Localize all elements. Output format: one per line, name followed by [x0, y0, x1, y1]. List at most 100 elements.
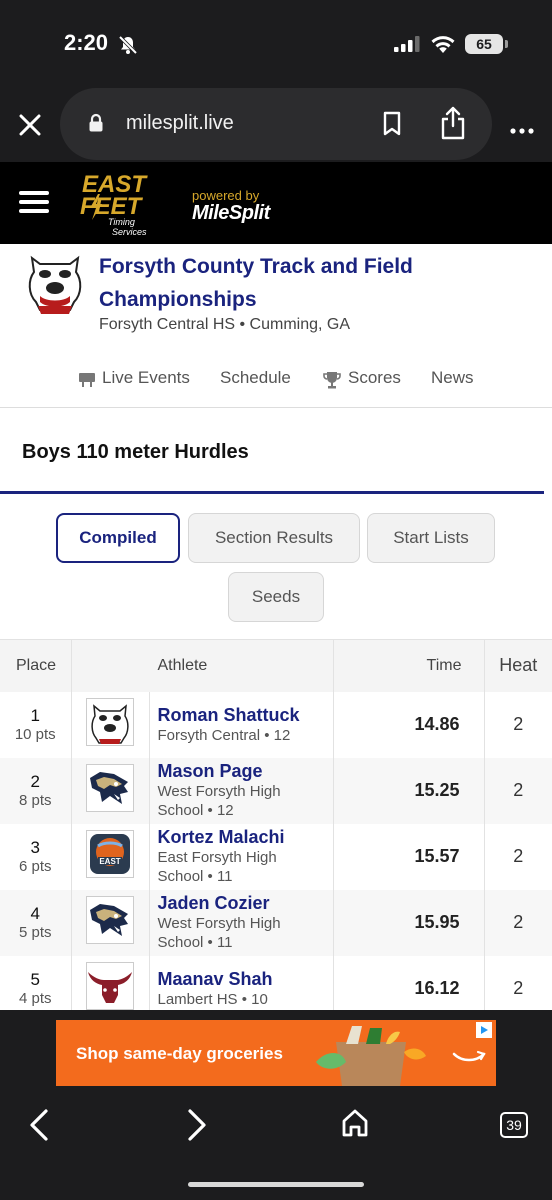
place-number: 4: [30, 904, 40, 923]
heat-value: 2: [513, 846, 524, 866]
place-number: 1: [30, 706, 40, 725]
place-cell: 3 6 pts: [0, 823, 72, 890]
close-icon[interactable]: [16, 111, 44, 144]
athlete-school: East Forsyth High: [157, 849, 277, 866]
heat-value: 2: [513, 714, 524, 734]
meet-location: Forsyth Central HS • Cumming, GA: [99, 316, 350, 333]
header-heat: Heat: [484, 639, 552, 692]
athlete-school: West Forsyth High: [157, 915, 281, 932]
url-text[interactable]: milesplit.live: [126, 112, 234, 135]
battery-indicator: 65: [465, 34, 503, 54]
east-forsyth-school-icon: EAST: [86, 830, 134, 878]
share-icon[interactable]: [440, 106, 466, 145]
bulldog-school-icon: [86, 698, 134, 746]
athlete-school: West Forsyth High: [157, 783, 281, 800]
athlete-school-line-2: School • 11: [157, 868, 233, 885]
nav-live-events[interactable]: Live Events: [102, 368, 190, 388]
time-value: 16.12: [333, 955, 485, 1010]
table-row[interactable]: 1 10 pts Roman Shattuck Forsyth Central …: [0, 691, 552, 758]
place-number: 3: [30, 838, 40, 857]
table-row[interactable]: 3 6 pts EAST Kortez Malachi East Forsyth…: [0, 823, 552, 890]
athlete-name[interactable]: Mason Page: [158, 761, 333, 782]
url-bar[interactable]: milesplit.live: [60, 88, 492, 160]
browser-bottom-toolbar: 39: [0, 1092, 552, 1200]
heat-value: 2: [484, 889, 552, 956]
nav-scores[interactable]: Scores: [348, 368, 401, 388]
table-row[interactable]: 2 8 pts Mason Page West Forsyth High Sch…: [0, 757, 552, 824]
ad-banner[interactable]: Shop same-day groceries: [56, 1020, 496, 1086]
wifi-icon: [430, 34, 456, 59]
divider: [0, 407, 552, 408]
athlete-name[interactable]: Roman Shattuck: [158, 705, 333, 726]
meet-title[interactable]: Forsyth County Track and Field Champions…: [99, 250, 499, 316]
bulldog-mascot-icon: [26, 250, 84, 321]
table-header-row: Place Athlete Time Heat: [0, 639, 552, 692]
cellular-signal-icon: [394, 36, 420, 57]
ad-choices-icon[interactable]: [476, 1022, 492, 1038]
school-logo-cell: [71, 691, 150, 758]
athlete-school-line-2: School • 11: [157, 934, 233, 951]
place-points: 8 pts: [18, 792, 52, 809]
bell-muted-icon: [118, 35, 138, 60]
place-cell: 2 8 pts: [0, 757, 72, 824]
place-points: 5 pts: [18, 924, 52, 941]
status-time: 2:20: [64, 30, 109, 55]
ad-text: Shop same-day groceries: [76, 1044, 283, 1063]
nav-schedule[interactable]: Schedule: [220, 368, 291, 388]
time-value: 14.86: [333, 691, 485, 758]
hamburger-menu-icon[interactable]: [19, 191, 49, 218]
tab-count-button[interactable]: 39: [500, 1112, 528, 1138]
athlete-school: Lambert HS • 10: [157, 990, 268, 1008]
bookmark-icon[interactable]: [382, 111, 402, 142]
athlete-name[interactable]: Jaden Cozier: [158, 893, 333, 914]
nav-news[interactable]: News: [431, 368, 474, 388]
header-athlete: Athlete: [71, 639, 334, 692]
back-icon[interactable]: [28, 1108, 50, 1147]
athlete-name[interactable]: Maanav Shah: [158, 969, 333, 990]
clock-board-icon: [78, 372, 96, 393]
site-header: EAST FEET Timing Services powered by Mil…: [0, 162, 552, 244]
status-bar: 2:20 65: [0, 0, 552, 88]
athlete-cell: Mason Page West Forsyth High School • 12: [149, 757, 334, 824]
athlete-cell: Jaden Cozier West Forsyth High School • …: [149, 889, 334, 956]
athlete-cell: Roman Shattuck Forsyth Central • 12: [149, 691, 334, 758]
more-options-icon[interactable]: [510, 121, 534, 139]
athlete-name[interactable]: Kortez Malachi: [158, 827, 333, 848]
time-value: 15.57: [333, 823, 485, 890]
place-number: 5: [30, 970, 40, 989]
milesplit-logo[interactable]: MileSplit: [192, 202, 270, 225]
place-points: 10 pts: [14, 726, 56, 743]
wolverine-school-icon: [86, 764, 134, 812]
results-table: Place Athlete Time Heat 1 10 pts Roman S…: [0, 639, 552, 1010]
athlete-cell: Maanav Shah Lambert HS • 10: [149, 955, 334, 1010]
lock-icon: [88, 113, 104, 138]
table-row[interactable]: 4 5 pts Jaden Cozier West Forsyth High S…: [0, 889, 552, 956]
time-value: 15.25: [333, 757, 485, 824]
school-logo-cell: [71, 757, 150, 824]
battery-tip: [505, 40, 508, 48]
meet-nav: Live Events Schedule Scores News: [0, 362, 552, 408]
time-value: 15.95: [333, 889, 485, 956]
tab-section-results[interactable]: Section Results: [188, 513, 360, 563]
forward-icon[interactable]: [186, 1108, 208, 1147]
header-place: Place: [0, 639, 72, 692]
place-points: 6 pts: [18, 858, 52, 875]
tab-compiled[interactable]: Compiled: [56, 513, 180, 563]
place-cell: 4 5 pts: [0, 889, 72, 956]
event-underline: [0, 491, 544, 494]
tab-seeds[interactable]: Seeds: [228, 572, 324, 622]
athlete-school: Forsyth Central • 12: [157, 726, 291, 744]
wolverine-school-icon: [86, 896, 134, 944]
table-row[interactable]: 5 4 pts Maanav Shah Lambert HS • 10 16.1…: [0, 955, 552, 1010]
tab-start-lists[interactable]: Start Lists: [367, 513, 495, 563]
browser-toolbar: milesplit.live: [0, 88, 552, 162]
home-indicator: [188, 1182, 364, 1187]
ad-area: Shop same-day groceries: [0, 1010, 552, 1092]
east-feet-logo[interactable]: EAST FEET Timing Services: [78, 168, 170, 243]
groceries-bag-icon: [316, 1026, 426, 1086]
main-content: Forsyth County Track and Field Champions…: [0, 244, 552, 1010]
heat-value: 2: [484, 757, 552, 824]
place-number: 2: [30, 772, 40, 791]
home-icon[interactable]: [340, 1108, 370, 1143]
longhorn-school-icon: [86, 962, 134, 1010]
